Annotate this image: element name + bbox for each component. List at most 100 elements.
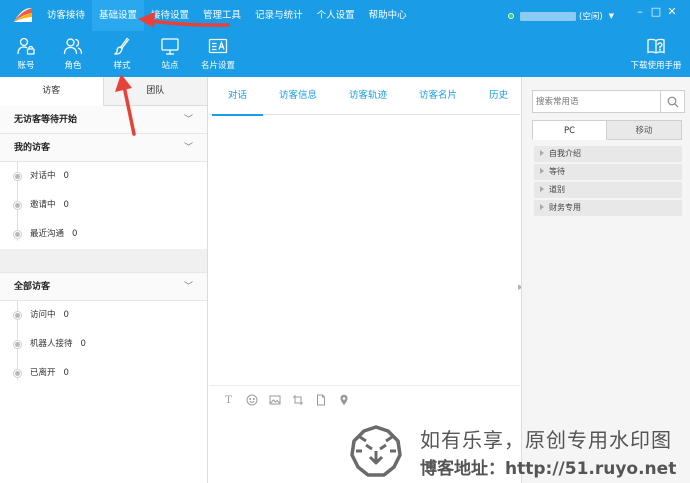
download-manual-button[interactable]: 下载使用手册 [626,31,686,77]
tab-visitors[interactable]: 访客 [0,77,104,106]
minimize-icon[interactable]: – [632,5,648,18]
bullet-icon [14,173,21,180]
menu-item-reception-settings[interactable]: 接待设置 [144,0,196,31]
phrase-search-input[interactable] [533,91,657,112]
file-icon[interactable] [309,393,332,407]
tab-team[interactable]: 团队 [103,77,207,106]
expand-arrow-icon [540,204,544,210]
section-waiting[interactable]: 无访客等待开始 ﹀ [0,106,207,134]
menu-item-management-tools[interactable]: 管理工具 [196,0,248,31]
tab-visitor-info[interactable]: 访客信息 [263,77,333,115]
chevron-down-icon: ﹀ [183,115,193,125]
section-divider [0,249,207,273]
list-item-count: 0 [80,339,86,349]
download-manual-label: 下载使用手册 [630,61,682,71]
section-all-visitors[interactable]: 全部访客 ﹀ [0,273,207,301]
list-item-inviting[interactable]: 邀请中 0 [14,191,207,220]
tab-visitor-card[interactable]: 访客名片 [403,77,473,115]
phrase-category-finance[interactable]: 财务专用 [534,200,682,216]
list-item-label: 对话中 [30,171,56,181]
list-item-count: 0 [63,310,69,320]
bullet-icon [14,341,21,348]
toolbar-role-button[interactable]: 角色 [48,31,98,77]
phrase-category-goodbye[interactable]: 道别 [534,182,682,198]
location-pin-icon[interactable] [332,393,355,407]
list-item-robot[interactable]: 机器人接待 0 [14,330,207,359]
bullet-icon [14,312,21,319]
list-item-label: 邀请中 [30,200,56,210]
list-item-label: 最近沟通 [30,229,65,239]
toolbar-style-button[interactable]: 样式 [97,31,147,77]
monitor-icon [161,38,179,55]
chevron-down-icon: ▼ [608,12,615,20]
phrase-category-wait[interactable]: 等待 [534,164,682,180]
all-visitors-list: 访问中 0 机器人接待 0 已离开 0 [0,301,207,388]
bullet-icon [14,231,21,238]
close-icon[interactable]: ✕ [664,5,680,18]
list-item-left[interactable]: 已离开 0 [14,359,207,388]
main-menu: 访客接待 基础设置 接待设置 管理工具 记录与统计 个人设置 帮助中心 [40,0,414,31]
conversation-tabs: 对话 访客信息 访客轨迹 访客名片 历史 [209,77,520,116]
phrase-category-intro[interactable]: 自我介绍 [534,146,682,162]
card-icon [208,38,228,54]
toolbar-account-button[interactable]: 账号 [1,31,51,77]
list-item-visiting[interactable]: 访问中 0 [14,301,207,330]
visitor-panel: 访客 团队 无访客等待开始 ﹀ 我的访客 ﹀ 对话中 0 邀请中 0 最近沟通 0 全… [0,77,208,483]
visitor-panel-tabs: 访客 团队 [0,77,207,106]
screenshot-crop-icon[interactable] [286,393,309,407]
list-item-count: 0 [72,229,78,239]
list-item-recent[interactable]: 最近沟通 0 [14,220,207,249]
menu-item-help-center[interactable]: 帮助中心 [362,0,414,31]
watermark: 如有乐享，原创专用水印图 博客地址：http://51.ruyo.net [348,420,690,483]
window-controls: – □ ✕ [632,5,680,18]
user-status[interactable]: (空闲) ▼ [508,9,614,23]
image-icon[interactable] [263,393,286,407]
emoji-icon[interactable] [240,393,263,407]
text-format-icon[interactable]: T [217,393,240,407]
menu-item-records-stats[interactable]: 记录与统计 [248,0,310,31]
blurred-username [520,11,576,21]
chevron-down-icon: ﹀ [183,282,193,292]
maximize-icon[interactable]: □ [648,5,664,18]
lion-logo-icon [350,425,402,477]
menu-item-basic-settings[interactable]: 基础设置 [92,0,145,31]
expand-arrow-icon [540,186,544,192]
brush-icon [114,37,130,55]
list-item-label: 机器人接待 [30,339,73,349]
list-item-label: 访问中 [30,310,56,320]
search-button[interactable] [660,91,684,112]
toolbar-site-button[interactable]: 站点 [145,31,195,77]
tab-pc[interactable]: PC [532,120,607,140]
tab-history[interactable]: 历史 [473,77,524,115]
expand-arrow-icon [540,150,544,156]
manual-book-icon [647,38,665,54]
phrase-category-list: 自我介绍 等待 道别 财务专用 [534,146,682,218]
menu-item-visitor-reception[interactable]: 访客接待 [40,0,92,31]
phrase-category-label: 等待 [549,167,565,176]
tab-conversation[interactable]: 对话 [212,77,264,116]
bullet-icon [14,202,21,209]
toolbar: 账号 角色 样式 站点 名片设置 下载使用手册 [0,31,690,77]
chevron-down-icon: ﹀ [183,143,193,153]
list-item-chatting[interactable]: 对话中 0 [14,162,207,191]
toolbar-card-settings-button[interactable]: 名片设置 [193,31,243,77]
tab-visitor-trail[interactable]: 访客轨迹 [333,77,403,115]
phrase-category-label: 自我介绍 [549,149,581,158]
phrase-search [532,90,685,113]
phrase-category-label: 财务专用 [549,203,581,212]
title-bar: 访客接待 基础设置 接待设置 管理工具 记录与统计 个人设置 帮助中心 (空闲)… [0,0,690,31]
section-my-visitors[interactable]: 我的访客 ﹀ [0,134,207,162]
list-item-count: 0 [63,368,69,378]
tab-mobile[interactable]: 移动 [607,120,682,140]
list-item-label: 已离开 [30,368,56,378]
input-toolbar: T [217,393,355,407]
list-item-count: 0 [63,171,69,181]
my-visitors-list: 对话中 0 邀请中 0 最近沟通 0 [0,162,207,249]
menu-item-personal-settings[interactable]: 个人设置 [310,0,362,31]
expand-arrow-icon [540,168,544,174]
watermark-line1: 如有乐享，原创专用水印图 [420,428,672,452]
status-text: (空闲) [579,12,603,22]
phrase-tabs: PC 移动 [532,120,682,140]
search-icon [667,96,678,107]
toolbar-card-settings-label: 名片设置 [200,61,235,71]
